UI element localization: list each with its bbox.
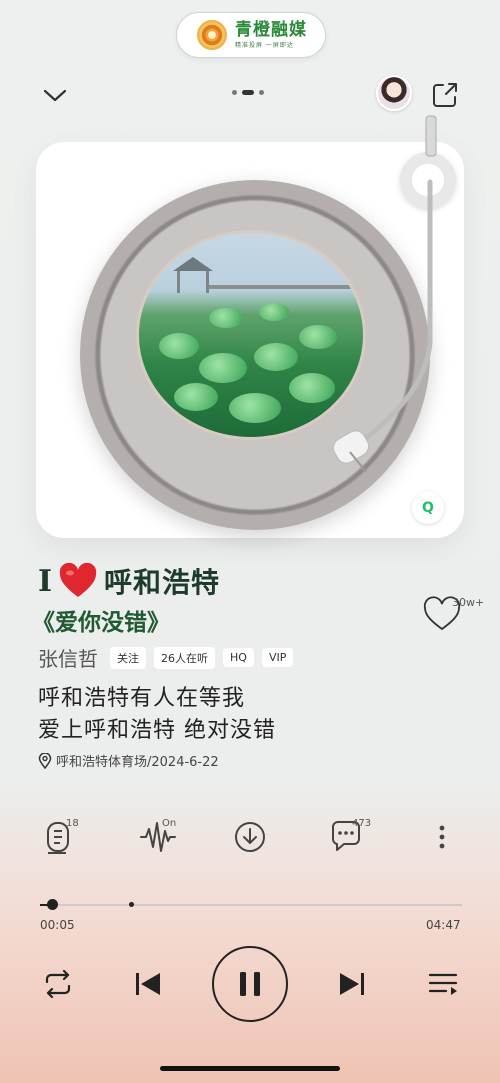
comments-count: 473	[352, 818, 372, 829]
progress-track[interactable]	[40, 904, 462, 906]
buffer-marker	[128, 902, 134, 907]
repeat-icon[interactable]	[38, 964, 78, 1004]
brand-name: 青橙融媒	[235, 19, 307, 40]
hq-badge: HQ	[223, 648, 254, 667]
progress-knob[interactable]	[46, 899, 58, 910]
location-text: 呼和浩特体育场/2024-6-22	[56, 755, 219, 770]
more-vertical-icon[interactable]	[422, 817, 462, 857]
download-icon[interactable]	[230, 817, 270, 857]
location-row: 呼和浩特体育场/2024-6-22	[38, 751, 219, 770]
playlist-icon[interactable]	[424, 964, 464, 1004]
chevron-down-icon[interactable]	[42, 82, 68, 108]
next-track-icon[interactable]	[332, 964, 372, 1004]
song-title: 《爱你没错》	[32, 610, 170, 636]
artist-name[interactable]: 张信哲	[38, 643, 98, 672]
page-indicator	[232, 90, 264, 95]
previous-track-icon[interactable]	[128, 964, 168, 1004]
tonearm[interactable]	[326, 112, 446, 492]
vip-badge: VIP	[261, 648, 294, 667]
page-dot-active	[242, 90, 254, 95]
like-count: 30w+	[452, 596, 485, 609]
audio-effect-status: On	[162, 818, 177, 829]
lyric-line: 爱上呼和浩特 绝对没错	[38, 718, 276, 743]
pause-icon	[240, 972, 260, 996]
location-pin-icon	[38, 752, 52, 769]
follow-button[interactable]: 关注	[110, 646, 146, 669]
share-icon[interactable]	[430, 80, 460, 110]
title-line: I 呼和浩特	[38, 561, 220, 601]
pavilion-body	[177, 271, 209, 293]
brand-logo-icon	[197, 20, 227, 50]
listeners-badge: 26人在听	[154, 646, 215, 669]
pause-button[interactable]	[212, 946, 288, 1022]
lyrics-count: 18	[66, 818, 79, 829]
page-dot	[259, 90, 264, 95]
time-current: 00:05	[40, 918, 75, 932]
brand-tagline: 精准投屏 一屏即达	[235, 41, 294, 49]
brand-pill[interactable]: 青橙融媒 精准投屏 一屏即达	[176, 12, 326, 58]
title-city: 呼和浩特	[104, 566, 221, 599]
time-total: 04:47	[426, 918, 461, 932]
heart-icon	[59, 563, 97, 597]
artist-row: 张信哲 关注 26人在听 HQ VIP	[38, 643, 294, 672]
pavilion-roof	[173, 257, 213, 271]
lyric-line: 呼和浩特有人在等我	[38, 686, 246, 711]
page-dot	[232, 90, 237, 95]
quality-badge-icon: Q	[412, 492, 444, 524]
avatar[interactable]	[376, 75, 412, 111]
title-prefix: I	[38, 563, 53, 599]
home-indicator[interactable]	[160, 1066, 340, 1071]
